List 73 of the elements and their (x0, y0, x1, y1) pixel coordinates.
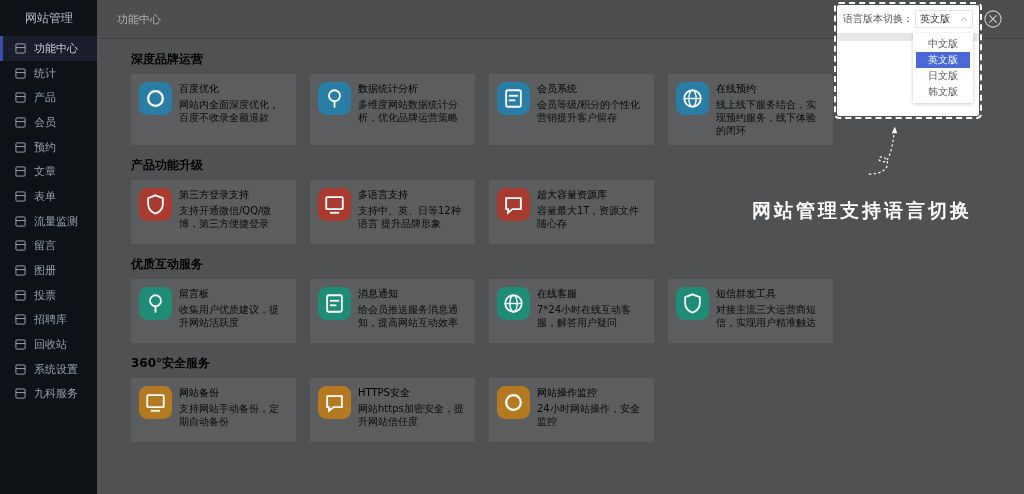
page-title: 功能中心 (117, 11, 161, 27)
sidebar-item[interactable]: 回收站 (0, 332, 97, 357)
card-title: 消息通知 (358, 287, 399, 301)
square-icon (15, 116, 26, 128)
card-title: 留言板 (179, 287, 210, 301)
section-title: 360°安全服务 (131, 355, 211, 372)
square-icon (15, 42, 26, 54)
card-title: 短信群发工具 (716, 287, 777, 301)
card-title: HTTPS安全 (358, 386, 411, 400)
card-title: 网站备份 (179, 386, 220, 400)
square-icon (15, 388, 26, 400)
card-description: 会员等级/积分的个性化营销提升客户留存 (537, 98, 642, 124)
language-label: 语言版本切换： (843, 12, 913, 26)
square-icon (15, 215, 26, 227)
square-icon (15, 314, 26, 326)
sidebar-item[interactable]: 流量监测 (0, 208, 97, 234)
card-description: 支持网站手动备份，定期自动备份 (179, 402, 280, 428)
square-icon (15, 190, 26, 202)
square-icon (15, 289, 26, 301)
square-icon (15, 240, 26, 252)
card-description: 收集用户优质建议，提升网站活跃度 (179, 303, 280, 329)
sidebar-item[interactable]: 投票 (0, 282, 97, 308)
square-icon (15, 265, 26, 277)
sidebar-item[interactable]: 功能中心 (0, 36, 97, 61)
card-description: 对接主流三大运营商短信，实现用户精准触达 (716, 303, 817, 329)
square-icon (15, 141, 26, 153)
sidebar-item[interactable]: 表单 (0, 184, 97, 209)
annotation-text: 网站管理支持语言切换 (752, 198, 972, 223)
card-description: 给会员推送服务消息通知，提高网站互动效率 (358, 303, 459, 329)
dropdown-option[interactable]: 韩文版 (916, 84, 970, 100)
section-title: 产品功能升级 (131, 157, 203, 174)
dropdown-option[interactable]: 中文版 (916, 36, 970, 52)
card-title: 多语言支持 (358, 188, 409, 202)
card-title: 会员系统 (537, 82, 578, 96)
card-description: 网站https加密安全，提升网站信任度 (358, 402, 465, 428)
card-description: 多维度网站数据统计分析，优化品牌运营策略 (358, 98, 459, 124)
square-icon (15, 92, 26, 104)
section-title: 深度品牌运营 (131, 51, 203, 68)
card-title: 在线预约 (716, 82, 757, 96)
card-title: 数据统计分析 (358, 82, 419, 96)
sidebar-item[interactable]: 会员 (0, 110, 97, 135)
square-icon (15, 363, 26, 375)
sidebar-item[interactable]: 产品 (0, 85, 97, 111)
card-description: 支持中、英、日等12种语言 提升品牌形象 (358, 204, 462, 230)
sidebar-item[interactable]: 系统设置 (0, 356, 97, 382)
card-title: 百度优化 (179, 82, 220, 96)
card-description: 24小时网站操作，安全监控 (537, 402, 641, 428)
sidebar-item[interactable]: 留言 (0, 233, 97, 259)
sidebar-item[interactable]: 招聘库 (0, 307, 97, 333)
card-title: 网站操作监控 (537, 386, 598, 400)
square-icon (15, 67, 26, 79)
card-title: 超大容量资源库 (537, 188, 608, 202)
dropdown-option[interactable]: 日文版 (916, 68, 970, 84)
card-description: 支持开通微信/QQ/微博，第三方便捷登录 (179, 204, 273, 230)
sidebar-item[interactable]: 预约 (0, 134, 97, 160)
caret-icon (960, 16, 968, 22)
sidebar-item[interactable]: 九科服务 (0, 381, 97, 407)
dashed-arrow (868, 126, 898, 175)
section-title: 优质互动服务 (131, 256, 203, 273)
sidebar-item[interactable]: 统计 (0, 60, 97, 86)
sidebar-item[interactable]: 文章 (0, 159, 97, 185)
language-select[interactable]: 英文版 (915, 10, 973, 28)
square-icon (15, 339, 26, 351)
card-title: 第三方登录支持 (179, 188, 250, 202)
square-icon (15, 166, 26, 178)
close-icon[interactable] (984, 10, 1002, 28)
card-title: 在线客服 (537, 287, 578, 301)
dropdown-option[interactable]: 英文版 (916, 52, 970, 68)
card-description: 容量最大1T，资源文件随心存 (537, 204, 641, 230)
sidebar-title: 网站管理 (23, 10, 74, 27)
card-description: 7*24小时在线互动客服，解答用户疑问 (537, 303, 633, 329)
sidebar-item[interactable]: 图册 (0, 258, 97, 283)
card-description: 网站内全面深度优化，百度不收录全额退款 (179, 98, 280, 124)
